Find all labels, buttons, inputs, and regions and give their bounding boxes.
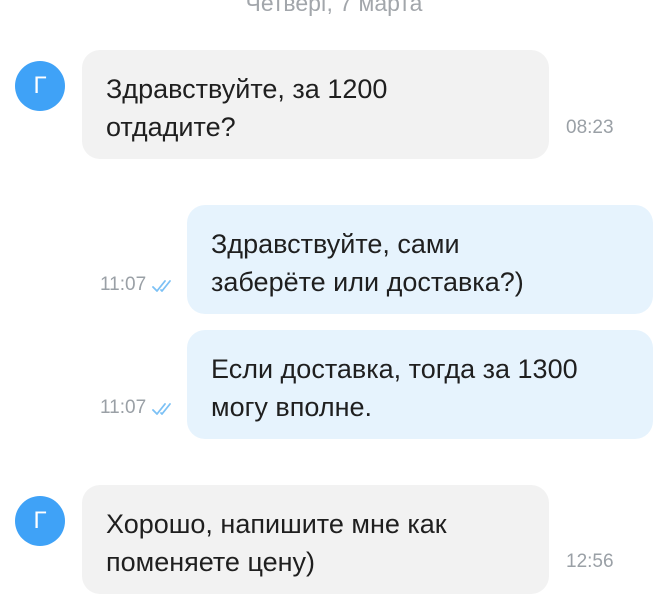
message-text: Если доставка, тогда за 1300 могу вполне…: [211, 354, 578, 422]
date-separator: Четверг, 7 марта: [245, 0, 423, 16]
message-text: Здравствуйте, сами заберёте или доставка…: [211, 229, 524, 297]
double-check-icon: [152, 400, 176, 416]
message-timestamp: 12:56: [566, 551, 614, 572]
message-text: Хорошо, напишите мне как поменяете цену): [106, 509, 447, 577]
avatar-letter: Г: [33, 507, 47, 534]
message-text: Здравствуйте, за 1200 отдадите?: [106, 74, 388, 142]
double-check-icon: [152, 277, 176, 293]
message-timestamp: 08:23: [566, 117, 614, 138]
message-timestamp: 11:07: [100, 274, 147, 295]
message-meta: 11:07: [100, 273, 176, 297]
incoming-message-bubble[interactable]: Хорошо, напишите мне как поменяете цену): [82, 485, 549, 594]
message-meta: 11:07: [100, 396, 176, 420]
outgoing-message-bubble[interactable]: Здравствуйте, сами заберёте или доставка…: [187, 205, 653, 314]
avatar-letter: Г: [33, 72, 47, 99]
message-timestamp: 11:07: [100, 397, 147, 418]
incoming-message-bubble[interactable]: Здравствуйте, за 1200 отдадите?: [82, 50, 549, 159]
sender-avatar[interactable]: Г: [15, 496, 65, 546]
sender-avatar[interactable]: Г: [15, 61, 65, 111]
outgoing-message-bubble[interactable]: Если доставка, тогда за 1300 могу вполне…: [187, 330, 653, 439]
